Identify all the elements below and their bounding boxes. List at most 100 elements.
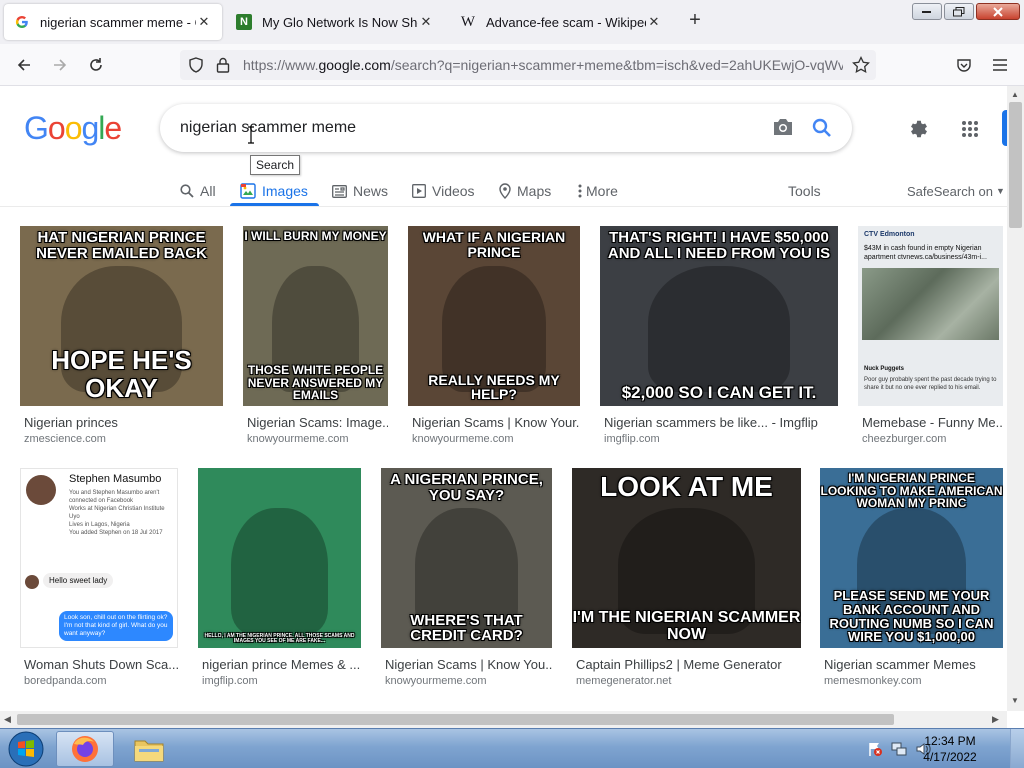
result-thumbnail[interactable]: I WILL BURN MY MONEY THOSE WHITE PEOPLE N… bbox=[243, 226, 388, 406]
url-text[interactable]: https://www.google.com/search?q=nigerian… bbox=[243, 57, 843, 73]
safesearch-button[interactable]: SafeSearch on ▼ bbox=[907, 175, 1005, 207]
tab-wikipedia[interactable]: W Advance-fee scam - Wikipedia ✕ bbox=[450, 4, 672, 40]
result-caption[interactable]: Nigerian Scams | Know You... bbox=[385, 657, 552, 672]
lock-icon[interactable] bbox=[216, 57, 230, 78]
result-thumbnail[interactable]: HAT NIGERIAN PRINCE NEVER EMAILED BACK HO… bbox=[20, 226, 223, 406]
filter-tab-news[interactable]: News bbox=[332, 175, 388, 207]
horizontal-scroll-thumb[interactable] bbox=[17, 714, 894, 725]
start-button[interactable] bbox=[4, 730, 48, 768]
result-thumbnail[interactable]: A NIGERIAN PRINCE, YOU SAY? WHERE'S THAT … bbox=[381, 468, 552, 648]
tab-glo-network[interactable]: N My Glo Network Is Now Showin ✕ bbox=[226, 4, 444, 40]
image-result[interactable]: HELLO, I AM THE NIGERIAN PRINCE. ALL THO… bbox=[198, 468, 361, 704]
search-icon[interactable] bbox=[812, 118, 832, 143]
google-favicon-icon bbox=[14, 14, 30, 30]
network-icon[interactable] bbox=[890, 740, 908, 758]
close-tab-icon[interactable]: ✕ bbox=[196, 14, 212, 30]
result-thumbnail[interactable]: Stephen Masumbo You and Stephen Masumbo a… bbox=[20, 468, 178, 648]
result-site[interactable]: knowyourmeme.com bbox=[385, 675, 552, 687]
result-caption[interactable]: Nigerian Scams | Know Your... bbox=[412, 415, 580, 430]
result-caption[interactable]: Woman Shuts Down Sca... bbox=[24, 657, 178, 672]
result-caption[interactable]: Nigerian scammer Memes bbox=[824, 657, 1003, 672]
result-site[interactable]: imgflip.com bbox=[202, 675, 361, 687]
filter-label: Images bbox=[262, 183, 308, 199]
taskbar-file-explorer[interactable] bbox=[120, 731, 178, 767]
result-caption[interactable]: Captain Phillips2 | Meme Generator bbox=[576, 657, 801, 672]
image-result[interactable]: CTV Edmonton $43M in cash found in empty … bbox=[858, 226, 1003, 462]
scroll-left-arrow-icon[interactable]: ◀ bbox=[4, 714, 11, 725]
vertical-scrollbar[interactable]: ▲ ▼ bbox=[1007, 86, 1024, 711]
clock-time: 12:34 PM bbox=[924, 734, 976, 748]
result-caption[interactable]: Nigerian princes bbox=[24, 415, 223, 430]
tab-google-search[interactable]: nigerian scammer meme - Goo ✕ bbox=[4, 4, 222, 40]
result-site[interactable]: memegenerator.net bbox=[576, 675, 801, 687]
action-center-flag-icon[interactable] bbox=[866, 740, 884, 758]
image-result[interactable]: HAT NIGERIAN PRINCE NEVER EMAILED BACK HO… bbox=[20, 226, 223, 462]
google-apps-grid-icon[interactable] bbox=[957, 116, 983, 142]
tools-button[interactable]: Tools bbox=[788, 175, 821, 207]
forward-button[interactable] bbox=[48, 53, 72, 77]
filter-tab-more[interactable]: More bbox=[578, 175, 618, 207]
result-thumbnail[interactable]: THAT'S RIGHT! I HAVE $50,000 AND ALL I N… bbox=[600, 226, 838, 406]
close-tab-icon[interactable]: ✕ bbox=[418, 14, 434, 30]
result-site[interactable]: cheezburger.com bbox=[862, 433, 1003, 445]
camera-search-icon[interactable] bbox=[772, 117, 794, 142]
image-result[interactable]: WHAT IF A NIGERIAN PRINCE REALLY NEEDS MY… bbox=[408, 226, 580, 462]
image-result[interactable]: I'M NIGERIAN PRINCE LOOKING TO MAKE AMER… bbox=[820, 468, 1003, 704]
result-caption[interactable]: Nigerian Scams: Image... bbox=[247, 415, 388, 430]
app-menu-icon[interactable] bbox=[988, 53, 1012, 77]
result-thumbnail[interactable]: WHAT IF A NIGERIAN PRINCE REALLY NEEDS MY… bbox=[408, 226, 580, 406]
scroll-right-arrow-icon[interactable]: ▶ bbox=[992, 714, 999, 725]
logo-letter: o bbox=[64, 110, 83, 146]
result-caption[interactable]: nigerian prince Memes & ... bbox=[202, 657, 361, 672]
settings-gear-icon[interactable] bbox=[906, 116, 932, 142]
result-site[interactable]: memesmonkey.com bbox=[824, 675, 1003, 687]
image-result[interactable]: A NIGERIAN PRINCE, YOU SAY? WHERE'S THAT … bbox=[381, 468, 552, 704]
result-site[interactable]: knowyourmeme.com bbox=[247, 433, 388, 445]
result-thumbnail[interactable]: LOOK AT ME I'M THE NIGERIAN SCAMMER NOW bbox=[572, 468, 801, 648]
close-window-button[interactable] bbox=[976, 3, 1020, 20]
restore-button[interactable] bbox=[944, 3, 974, 20]
vertical-scroll-thumb[interactable] bbox=[1009, 102, 1022, 228]
result-site[interactable]: knowyourmeme.com bbox=[412, 433, 580, 445]
result-site[interactable]: imgflip.com bbox=[604, 433, 838, 445]
bookmark-star-icon[interactable] bbox=[852, 55, 870, 79]
taskbar-firefox[interactable] bbox=[56, 731, 114, 767]
filter-tab-maps[interactable]: Maps bbox=[499, 175, 551, 207]
show-desktop-button[interactable] bbox=[1010, 729, 1024, 768]
minimize-button[interactable] bbox=[912, 3, 942, 20]
horizontal-scrollbar[interactable]: ◀ ▶ bbox=[0, 711, 1007, 728]
tools-label: Tools bbox=[788, 183, 821, 199]
filter-label: News bbox=[353, 183, 389, 199]
result-thumbnail[interactable]: CTV Edmonton $43M in cash found in empty … bbox=[858, 226, 1003, 406]
result-site[interactable]: boredpanda.com bbox=[24, 675, 178, 687]
filter-tab-videos[interactable]: Videos bbox=[412, 175, 475, 207]
close-tab-icon[interactable]: ✕ bbox=[646, 14, 662, 30]
system-clock[interactable]: 12:34 PM 4/17/2022 bbox=[920, 733, 980, 765]
back-button[interactable] bbox=[12, 53, 36, 77]
result-caption[interactable]: Nigerian scammers be like... - Imgflip bbox=[604, 415, 838, 430]
google-logo[interactable]: Google bbox=[24, 110, 122, 147]
image-result[interactable]: Stephen Masumbo You and Stephen Masumbo a… bbox=[20, 468, 178, 704]
tracking-protection-shield-icon[interactable] bbox=[188, 57, 204, 78]
search-box[interactable]: nigerian scammer meme bbox=[160, 104, 852, 152]
image-result[interactable]: LOOK AT ME I'M THE NIGERIAN SCAMMER NOW Ca… bbox=[572, 468, 801, 704]
profile-details: You and Stephen Masumbo aren't connected… bbox=[69, 489, 173, 537]
result-thumbnail[interactable]: HELLO, I AM THE NIGERIAN PRINCE. ALL THO… bbox=[198, 468, 361, 648]
result-site[interactable]: zmescience.com bbox=[24, 433, 223, 445]
image-result[interactable]: THAT'S RIGHT! I HAVE $50,000 AND ALL I N… bbox=[600, 226, 838, 462]
tweet-text: $43M in cash found in empty Nigerian apa… bbox=[864, 245, 987, 261]
pocket-icon[interactable] bbox=[952, 53, 976, 77]
header-divider bbox=[0, 206, 1007, 207]
scroll-up-arrow-icon[interactable]: ▲ bbox=[1011, 90, 1019, 99]
result-thumbnail[interactable]: I'M NIGERIAN PRINCE LOOKING TO MAKE AMER… bbox=[820, 468, 1003, 648]
result-caption[interactable]: Memebase - Funny Me... bbox=[862, 415, 1003, 430]
window-controls bbox=[912, 3, 1020, 20]
filter-tab-all[interactable]: All bbox=[180, 175, 216, 207]
search-input[interactable]: nigerian scammer meme bbox=[180, 119, 356, 137]
scroll-down-arrow-icon[interactable]: ▼ bbox=[1011, 696, 1019, 705]
image-result[interactable]: I WILL BURN MY MONEY THOSE WHITE PEOPLE N… bbox=[243, 226, 388, 462]
reload-button[interactable] bbox=[84, 53, 108, 77]
address-bar[interactable]: https://www.google.com/search?q=nigerian… bbox=[180, 50, 876, 80]
new-tab-button[interactable]: + bbox=[684, 10, 706, 32]
dropdown-arrow-icon: ▼ bbox=[996, 186, 1005, 196]
